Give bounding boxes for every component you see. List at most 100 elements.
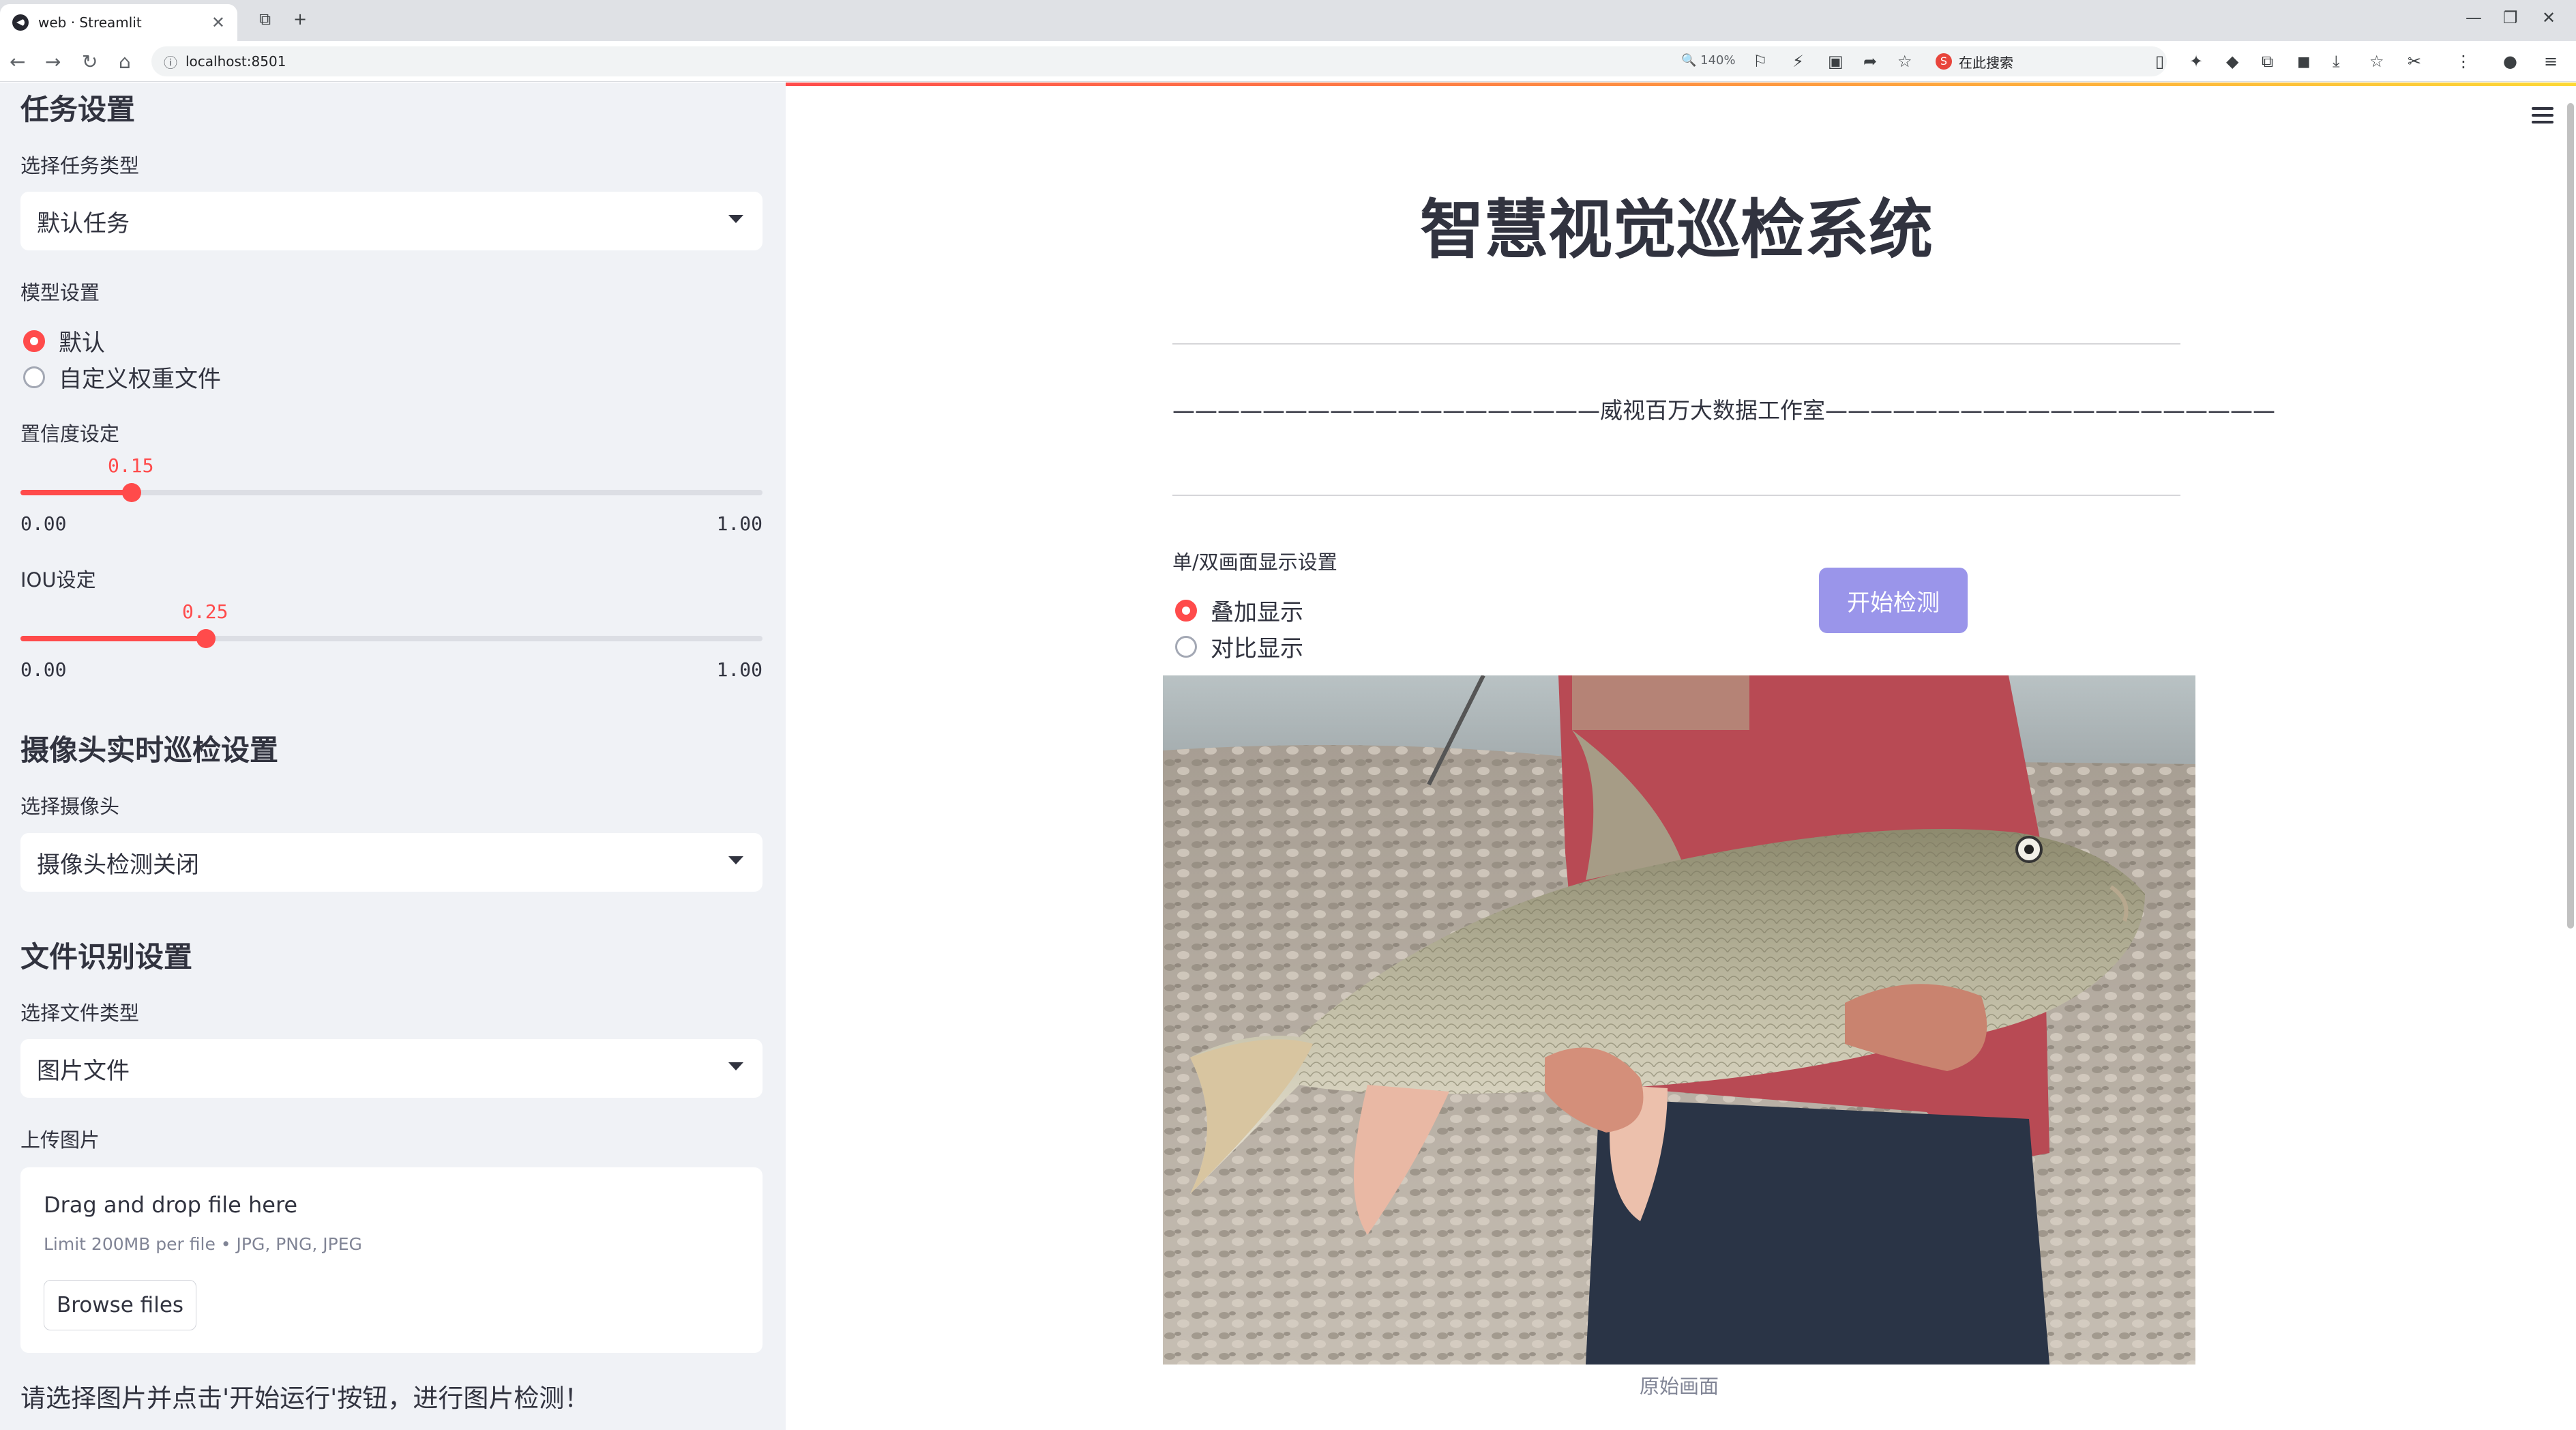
file-dropzone[interactable]: Drag and drop file here Limit 200MB per … (20, 1167, 763, 1353)
more-menu-icon[interactable]: ⋮ (2455, 52, 2472, 71)
file-type-select[interactable]: 图片文件 (20, 1039, 763, 1098)
translate-icon[interactable]: ⚐ (1753, 52, 1768, 71)
main-content: 智慧视觉巡检系统 ———————————————————威视百万大数据工作室——… (786, 83, 2576, 1430)
camera-select[interactable]: 摄像头检测关闭 (20, 833, 763, 892)
iou-min: 0.00 (20, 658, 67, 681)
radio-selected-icon (1175, 599, 1197, 622)
extension-dark-icon[interactable]: ◼ (2297, 52, 2311, 71)
browser-tab[interactable]: web · Streamlit ✕ (0, 4, 237, 41)
tab-title: web · Streamlit (38, 14, 142, 31)
dropzone-limit: Limit 200MB per file • JPG, PNG, JPEG (44, 1234, 362, 1254)
camera-label: 选择摄像头 (20, 795, 120, 818)
streamlit-logo-icon (12, 14, 29, 31)
chevron-down-icon (728, 215, 743, 223)
confidence-min: 0.00 (20, 512, 67, 535)
favorites-icon[interactable]: ☆ (2369, 52, 2384, 71)
browser-menu-icon[interactable]: ≡ (2544, 52, 2558, 71)
minimize-icon[interactable]: — (2466, 8, 2482, 27)
iou-slider[interactable] (20, 629, 763, 648)
zoom-indicator[interactable]: 🔍 140% (1681, 53, 1736, 68)
home-icon[interactable]: ⌂ (119, 50, 131, 73)
confidence-label: 置信度设定 (20, 422, 120, 446)
bookmark-star-icon[interactable]: ☆ (1897, 52, 1912, 71)
chevron-down-icon (728, 856, 743, 864)
upload-label: 上传图片 (20, 1128, 100, 1152)
extension-translate-icon[interactable]: ⧉ (2262, 52, 2273, 71)
close-tab-icon[interactable]: ✕ (211, 13, 225, 32)
file-settings-heading: 文件识别设置 (20, 940, 193, 974)
share-icon[interactable]: ➦ (1863, 52, 1877, 71)
dropzone-title: Drag and drop file here (44, 1192, 298, 1218)
cut-icon[interactable]: ✂ (2408, 52, 2421, 71)
task-type-select[interactable]: 默认任务 (20, 192, 763, 250)
display-radio-compare[interactable]: 对比显示 (1175, 630, 1303, 663)
close-window-icon[interactable]: ✕ (2542, 8, 2556, 27)
browse-files-button[interactable]: Browse files (44, 1280, 196, 1330)
reload-icon[interactable]: ↻ (82, 50, 98, 73)
address-bar: ← → ↻ ⌂ ⓘ localhost:8501 🔍 140% ⚐ ⚡ ▣ ➦ … (0, 41, 2576, 82)
iou-label: IOU设定 (20, 568, 96, 592)
confidence-value: 0.15 (108, 454, 154, 477)
task-settings-heading: 任务设置 (20, 93, 136, 126)
new-tab-icon[interactable]: + (293, 10, 307, 29)
zoom-level: 140% (1700, 53, 1736, 68)
camera-settings-heading: 摄像头实时巡检设置 (20, 733, 279, 767)
camera-value: 摄像头检测关闭 (37, 851, 199, 879)
site-info-icon[interactable]: ⓘ (164, 52, 177, 72)
studio-banner: ———————————————————威视百万大数据工作室———————————… (1172, 397, 2275, 424)
decoration-bar (786, 83, 2576, 86)
page-title: 智慧视觉巡检系统 (1419, 193, 1933, 267)
divider (1172, 343, 2180, 345)
confidence-slider[interactable] (20, 483, 763, 502)
model-option-default-label: 默认 (59, 330, 105, 357)
model-radio-custom[interactable]: 自定义权重文件 (23, 360, 221, 394)
radio-unselected-icon (23, 366, 45, 388)
forward-icon[interactable]: → (45, 50, 61, 73)
fish-photo (1163, 675, 2195, 1365)
display-option-compare-label: 对比显示 (1211, 635, 1303, 662)
screenshot-icon[interactable]: ▣ (1828, 52, 1844, 71)
search-engine-icon: S (1936, 53, 1952, 70)
confidence-slider-thumb[interactable] (122, 483, 141, 502)
model-option-custom-label: 自定义权重文件 (59, 366, 221, 393)
instruction-text: 请选择图片并点击'开始运行'按钮，进行图片检测！ (20, 1384, 590, 1413)
radio-selected-icon (23, 330, 45, 352)
scrollbar[interactable] (2567, 103, 2574, 929)
lightning-icon[interactable]: ⚡ (1792, 52, 1804, 71)
radio-unselected-icon (1175, 635, 1197, 658)
extension-color-icon[interactable]: ✦ (2189, 52, 2203, 71)
original-image (1163, 675, 2195, 1365)
model-settings-label: 模型设置 (20, 281, 100, 304)
download-icon[interactable]: ⤓ (2333, 52, 2340, 71)
extension-blue-icon[interactable]: ◆ (2226, 52, 2238, 71)
divider (1172, 495, 2180, 496)
model-radio-default[interactable]: 默认 (23, 324, 105, 358)
tab-groups-icon[interactable]: ⧉ (259, 10, 271, 29)
iou-value: 0.25 (182, 600, 228, 623)
confidence-slider-fill (20, 490, 132, 495)
browser-tabbar: web · Streamlit ✕ ⧉ + — ❐ ✕ (0, 0, 2576, 41)
file-type-value: 图片文件 (37, 1057, 130, 1085)
task-type-label: 选择任务类型 (20, 154, 140, 177)
display-radio-overlay[interactable]: 叠加显示 (1175, 594, 1303, 627)
display-mode-label: 单/双画面显示设置 (1172, 551, 1337, 574)
task-type-value: 默认任务 (37, 209, 130, 237)
back-icon[interactable]: ← (10, 50, 25, 73)
chevron-down-icon (728, 1062, 743, 1070)
image-caption: 原始画面 (1639, 1375, 1719, 1398)
url-text: localhost:8501 (186, 53, 286, 70)
iou-max: 1.00 (716, 658, 763, 681)
avatar-icon[interactable]: ● (2503, 52, 2517, 71)
search-box[interactable]: S 在此搜索 (1936, 48, 2140, 75)
search-placeholder: 在此搜索 (1959, 54, 2013, 71)
confidence-max: 1.00 (716, 512, 763, 535)
phone-icon[interactable]: ▯ (2155, 52, 2164, 71)
sidebar: 任务设置 选择任务类型 默认任务 模型设置 默认 自定义权重文件 置信度设定 0… (0, 83, 786, 1430)
start-detection-button[interactable]: 开始检测 (1819, 568, 1968, 633)
iou-slider-thumb[interactable] (196, 629, 216, 648)
app-menu-icon[interactable] (2532, 107, 2553, 123)
iou-slider-fill (20, 636, 206, 641)
file-type-label: 选择文件类型 (20, 1002, 140, 1025)
restore-icon[interactable]: ❐ (2503, 8, 2518, 27)
display-option-overlay-label: 叠加显示 (1211, 599, 1303, 626)
